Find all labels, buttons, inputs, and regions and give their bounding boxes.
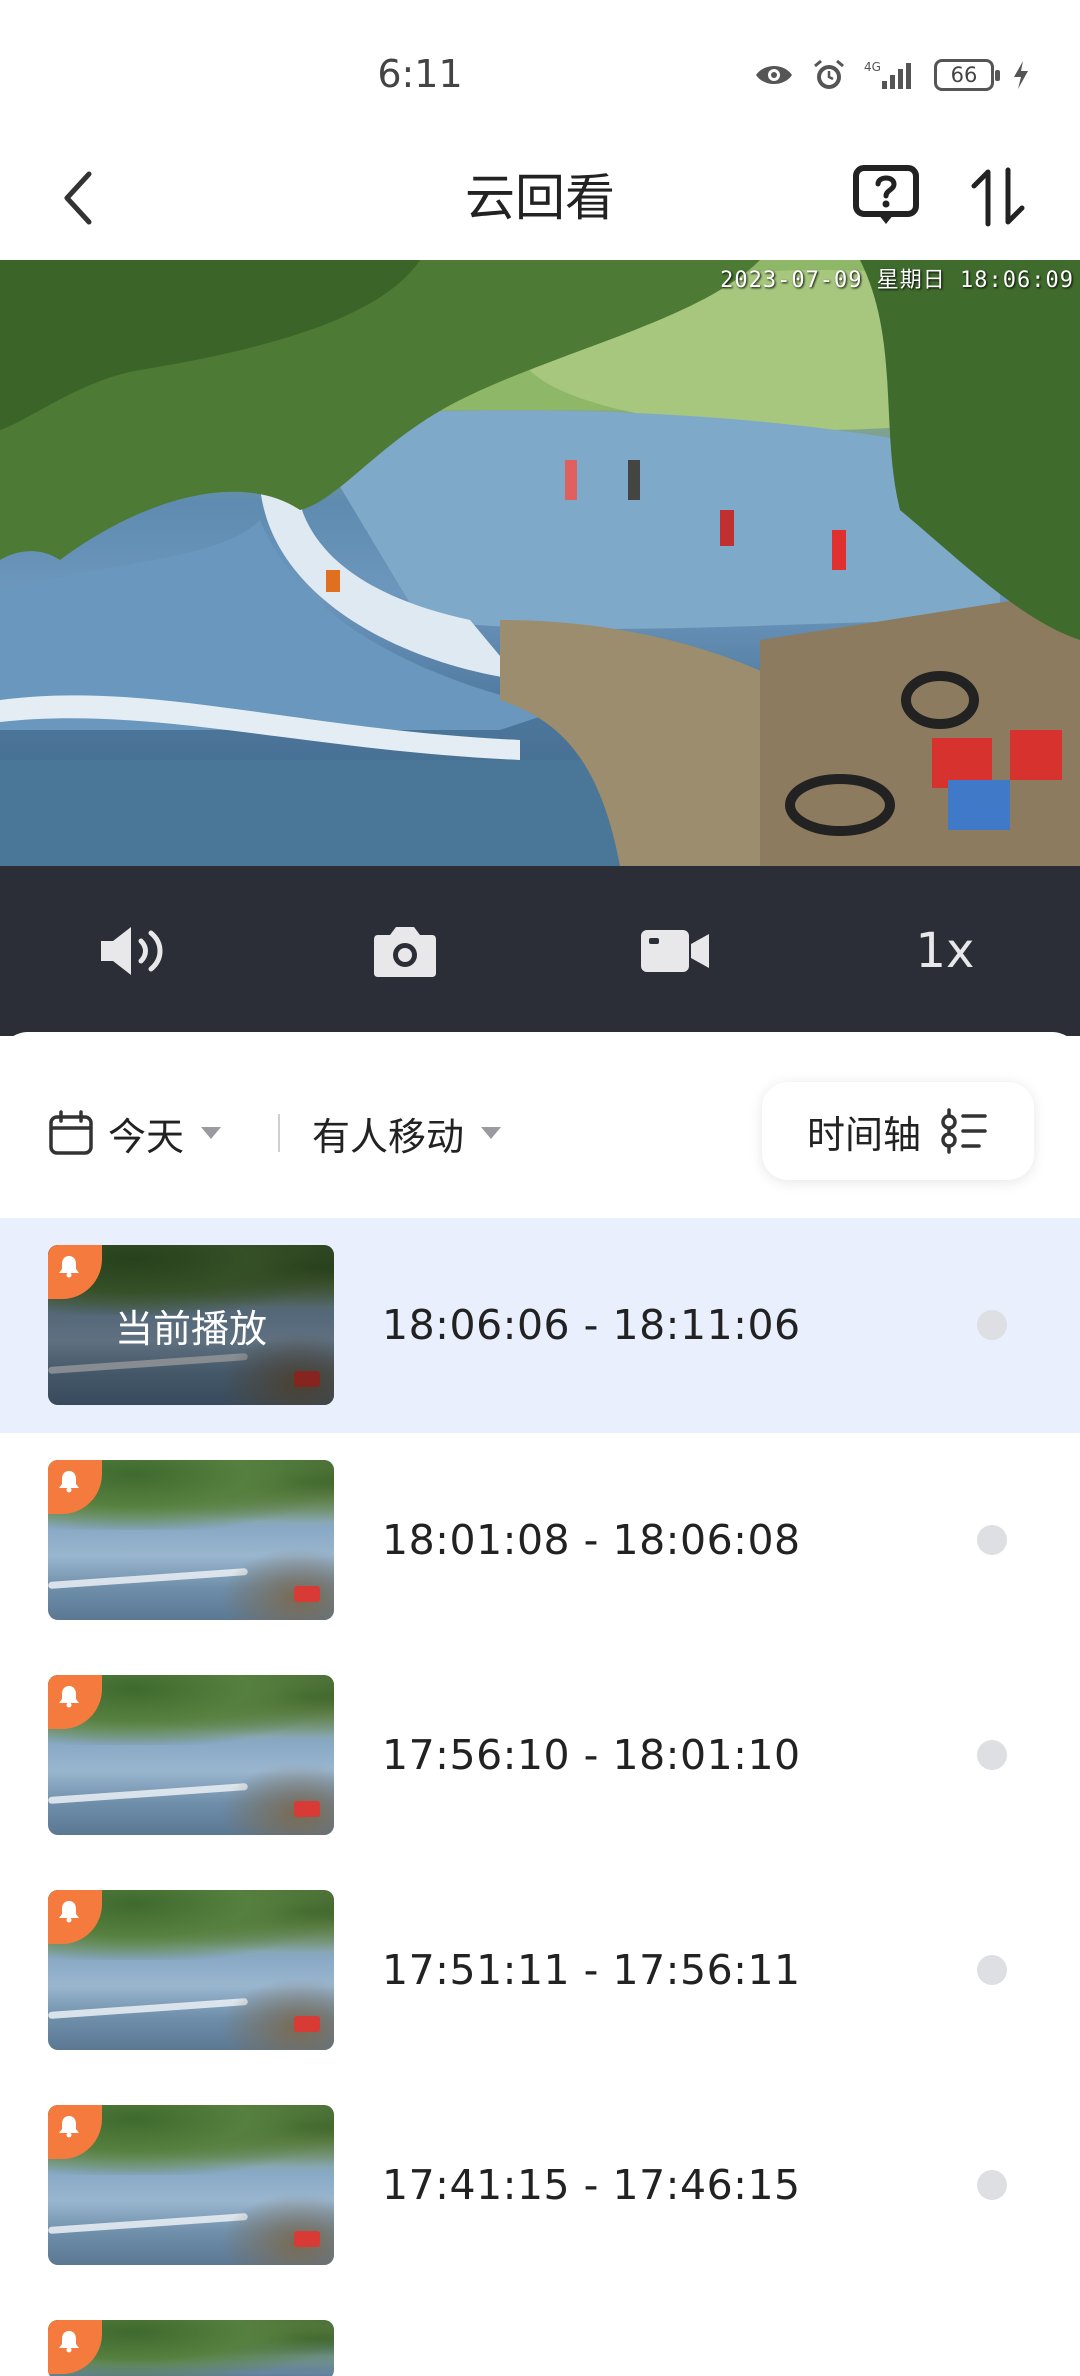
eye-icon (756, 66, 792, 84)
clip-row[interactable]: 18:01:08 - 18:06:08 (0, 1433, 1080, 1648)
status-bar: 6:11 4G 66 (0, 0, 1080, 150)
clip-row[interactable]: 17:41:15 - 17:46:15 (0, 2078, 1080, 2293)
clip-thumbnail: 当前播放 (48, 1245, 334, 1405)
event-filter-label: 有人移动 (312, 1114, 465, 1159)
question-icon (853, 165, 919, 224)
battery-icon: 66 (934, 59, 1000, 91)
filter-divider (278, 1114, 280, 1152)
clip-row[interactable]: 当前播放 18:06:06 - 18:11:06 (0, 1218, 1080, 1433)
clip-time-range: 18:01:08 - 18:06:08 (382, 1516, 801, 1564)
alarm-icon (814, 59, 844, 89)
clip-time-range: 17:56:10 - 18:01:10 (382, 1731, 801, 1779)
clip-thumbnail (48, 1460, 334, 1620)
caret-down-icon (201, 1127, 222, 1139)
camera-feed-image (0, 260, 1080, 866)
speaker-icon (101, 927, 163, 975)
clip-thumbnail (48, 1675, 334, 1835)
clip-time-range: 17:51:11 - 17:56:11 (382, 1946, 801, 1994)
speed-button[interactable]: 1x (900, 906, 990, 996)
clip-status-dot (977, 1740, 1007, 1770)
clip-row-partial[interactable] (0, 2293, 1080, 2376)
signal-icon: 4G (864, 60, 911, 89)
clip-time-range: 18:06:06 - 18:11:06 (382, 1301, 801, 1349)
filter-bar: 今天 有人移动 时间轴 (0, 1032, 1080, 1218)
clip-time-range: 17:41:15 - 17:46:15 (382, 2161, 801, 2209)
clip-status-dot (977, 2170, 1007, 2200)
bell-icon (59, 1256, 79, 1278)
caret-down-icon (481, 1127, 502, 1139)
clip-status-dot (977, 1955, 1007, 1985)
screenshot-button[interactable] (360, 906, 450, 996)
video-timestamp: 2023-07-09 星期日 18:06:09 (720, 268, 1074, 293)
event-filter[interactable]: 有人移动 (312, 1100, 502, 1166)
date-filter-label: 今天 (108, 1114, 185, 1159)
video-player[interactable]: 2023-07-09 星期日 18:06:09 (0, 260, 1080, 866)
status-time: 6:11 (377, 52, 463, 96)
clip-thumbnail (48, 1890, 334, 2050)
help-button[interactable] (852, 162, 920, 232)
svg-text:4G: 4G (864, 60, 881, 74)
mute-button[interactable] (90, 906, 180, 996)
bell-icon (59, 1686, 79, 1708)
status-icons: 4G 66 (754, 58, 1030, 92)
clip-row[interactable]: 17:56:10 - 18:01:10 (0, 1648, 1080, 1863)
recordings-sheet: 今天 有人移动 时间轴 当前播放 18:06:06 - 18:11:06 18:… (0, 1032, 1080, 2376)
record-button[interactable] (630, 906, 720, 996)
clip-status-dot (977, 1310, 1007, 1340)
player-controls: 1x (0, 866, 1080, 1036)
app-header: 云回看 (0, 150, 1080, 260)
date-filter[interactable]: 今天 (48, 1100, 222, 1166)
bell-icon (59, 2331, 79, 2353)
calendar-icon (49, 1110, 93, 1155)
clip-row[interactable]: 17:51:11 - 17:56:11 (0, 1863, 1080, 2078)
swap-vertical-icon (971, 167, 1025, 227)
bell-icon (59, 1901, 79, 1923)
timeline-button-label: 时间轴 (806, 1112, 921, 1157)
bell-icon (59, 1471, 79, 1493)
clip-thumbnail (48, 2105, 334, 2265)
sort-button[interactable] (966, 162, 1030, 232)
clip-status-dot (977, 1525, 1007, 1555)
bell-icon (59, 2116, 79, 2138)
video-camera-icon (641, 930, 709, 972)
timeline-button[interactable]: 时间轴 (762, 1082, 1034, 1180)
clip-thumbnail (48, 2320, 334, 2376)
camera-icon (374, 927, 436, 977)
clip-list: 当前播放 18:06:06 - 18:11:06 18:01:08 - 18:0… (0, 1218, 1080, 2376)
timeline-icon (941, 1108, 987, 1154)
charging-icon (1014, 61, 1028, 89)
